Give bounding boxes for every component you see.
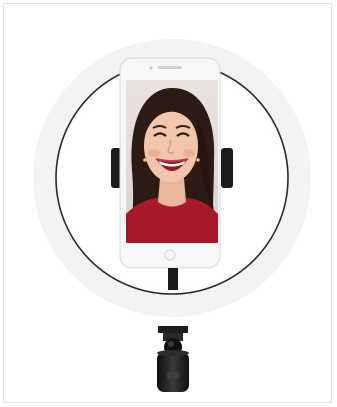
- ball-head-mount: [157, 326, 189, 392]
- cheek-left: [148, 149, 160, 157]
- phone-camera: [149, 66, 153, 70]
- mount-base-top: [157, 350, 189, 356]
- mount-lock-knob: [167, 372, 179, 379]
- cheek-right: [183, 149, 195, 157]
- earring-left: [143, 158, 147, 162]
- ring-light-product-image: [32, 38, 312, 392]
- mount-plate: [158, 326, 188, 333]
- smartphone: [119, 57, 221, 269]
- holder-stem: [168, 268, 178, 290]
- earring-right: [196, 158, 200, 162]
- clamp-right-pad: [221, 148, 233, 188]
- phone-speaker: [158, 66, 182, 69]
- mount-ball-highlight: [168, 341, 174, 347]
- neck: [158, 178, 186, 207]
